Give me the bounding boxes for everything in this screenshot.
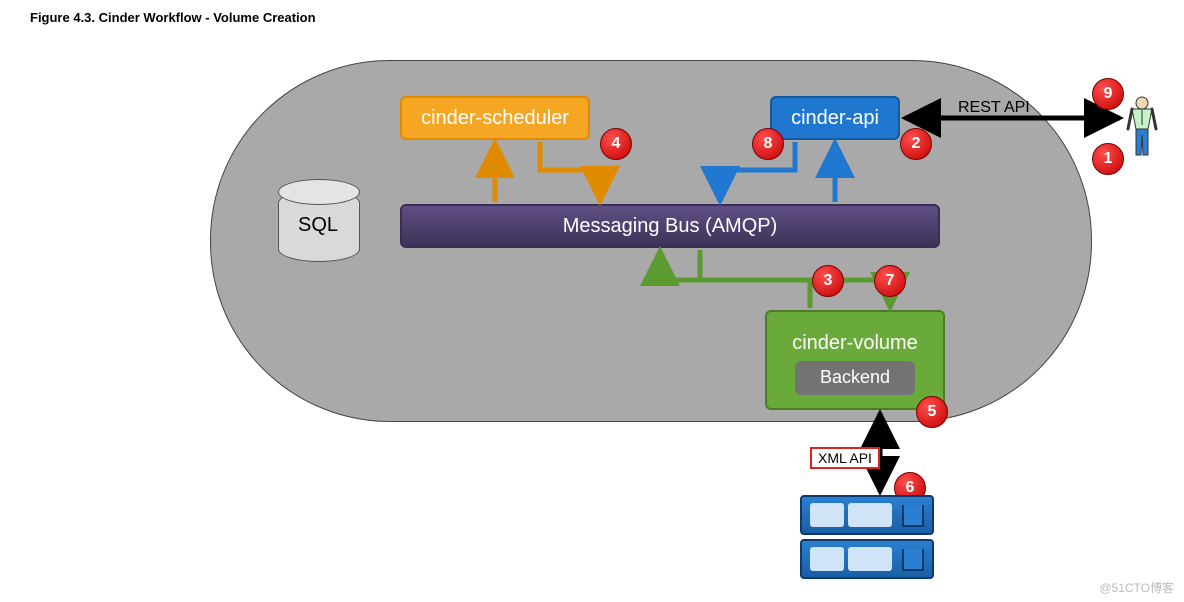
- cinder-volume-node: cinder-volume Backend: [765, 310, 945, 410]
- node-label: cinder-api: [791, 107, 879, 130]
- sql-label: SQL: [278, 214, 358, 237]
- cinder-api-node: cinder-api: [770, 96, 900, 140]
- node-label: cinder-scheduler: [421, 107, 569, 130]
- step-marker-7: 7: [874, 265, 906, 297]
- node-label: cinder-volume: [792, 332, 918, 355]
- watermark: @51CTO博客: [1099, 579, 1174, 596]
- node-label: Backend: [820, 367, 890, 388]
- rest-api-label: REST API: [958, 99, 1030, 117]
- step-marker-9: 9: [1092, 78, 1124, 110]
- step-marker-4: 4: [600, 128, 632, 160]
- step-marker-1: 1: [1092, 143, 1124, 175]
- backend-node: Backend: [795, 361, 915, 395]
- cinder-scheduler-node: cinder-scheduler: [400, 96, 590, 140]
- storage-array-icon: [800, 495, 930, 583]
- diagram-canvas: SQL cinder-scheduler cinder-api Messagin…: [0, 0, 1184, 602]
- step-marker-3: 3: [812, 265, 844, 297]
- step-marker-2: 2: [900, 128, 932, 160]
- step-marker-8: 8: [752, 128, 784, 160]
- user-icon: [1126, 95, 1158, 159]
- storage-unit: [800, 539, 934, 579]
- messaging-bus-node: Messaging Bus (AMQP): [400, 204, 940, 248]
- node-label: Messaging Bus (AMQP): [563, 215, 778, 238]
- storage-unit: [800, 495, 934, 535]
- step-marker-5: 5: [916, 396, 948, 428]
- xml-api-label: XML API: [810, 447, 880, 469]
